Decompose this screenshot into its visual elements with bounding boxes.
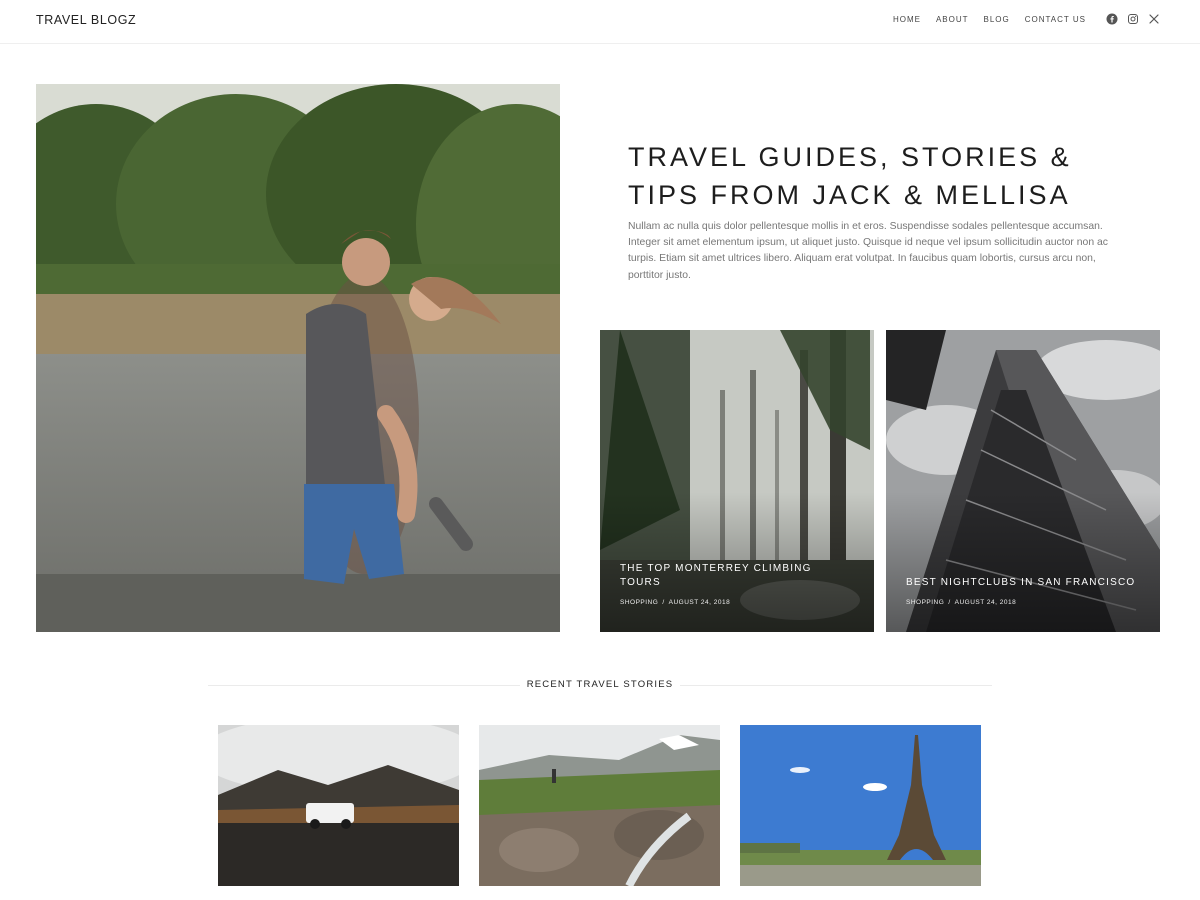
card-date: AUGUST 24, 2018 <box>668 599 731 606</box>
story-thumb-jeep[interactable] <box>218 725 459 886</box>
site-header: TRAVEL BLOGZ HOME ABOUT BLOG CONTACT US <box>0 0 1200 44</box>
meta-separator: / <box>662 599 665 606</box>
divider-left <box>208 685 520 686</box>
nav-blog[interactable]: BLOG <box>984 15 1010 24</box>
intro-text: Nullam ac nulla quis dolor pellentesque … <box>628 221 1108 281</box>
intro-title-line-2: TIPS FROM JACK & MELLISA <box>628 180 1071 210</box>
card-meta: SHOPPING / AUGUST 24, 2018 <box>906 599 1016 606</box>
site-logo[interactable]: TRAVEL BLOGZ <box>36 13 136 27</box>
nav-contact[interactable]: CONTACT US <box>1025 15 1086 24</box>
card-category[interactable]: SHOPPING <box>620 599 658 606</box>
intro-title: TRAVEL GUIDES, STORIES & TIPS FROM JACK … <box>628 138 1148 214</box>
hero-image <box>36 84 560 632</box>
story-thumb-hiker[interactable] <box>479 725 720 886</box>
card-title[interactable]: BEST NIGHTCLUBS IN SAN FRANCISCO <box>906 576 1136 590</box>
social-links <box>1106 13 1160 25</box>
featured-card-nightclubs[interactable]: BEST NIGHTCLUBS IN SAN FRANCISCO SHOPPIN… <box>886 330 1160 632</box>
main-nav: HOME ABOUT BLOG CONTACT US <box>893 15 1086 24</box>
featured-card-climbing[interactable]: THE TOP MONTERREY CLIMBING TOURS SHOPPIN… <box>600 330 874 632</box>
card-date: AUGUST 24, 2018 <box>954 599 1017 606</box>
card-shade <box>886 492 1160 632</box>
story-thumb-eiffel[interactable] <box>740 725 981 886</box>
instagram-icon[interactable] <box>1127 13 1139 25</box>
x-icon[interactable] <box>1148 13 1160 25</box>
intro-title-line-1: TRAVEL GUIDES, STORIES & <box>628 142 1072 172</box>
card-category[interactable]: SHOPPING <box>906 599 944 606</box>
divider-right <box>680 685 992 686</box>
nav-home[interactable]: HOME <box>893 15 921 24</box>
meta-separator: / <box>948 599 951 606</box>
nav-about[interactable]: ABOUT <box>936 15 969 24</box>
facebook-icon[interactable] <box>1106 13 1118 25</box>
card-meta: SHOPPING / AUGUST 24, 2018 <box>620 599 730 606</box>
card-title[interactable]: THE TOP MONTERREY CLIMBING TOURS <box>620 562 850 590</box>
recent-heading: RECENT TRAVEL STORIES <box>526 679 674 690</box>
